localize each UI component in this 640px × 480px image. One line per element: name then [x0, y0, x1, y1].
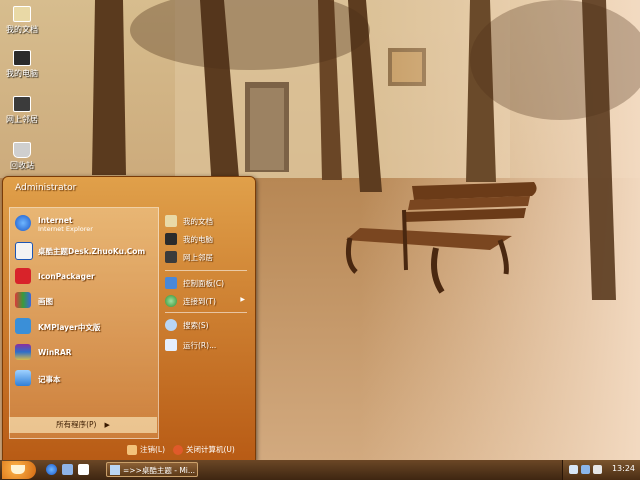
menu-item-label: 我的文档	[183, 217, 213, 226]
zhuoku-icon	[15, 242, 33, 260]
quick-launch-media-icon[interactable]	[78, 464, 89, 475]
window-icon	[110, 465, 120, 475]
tray-safe-remove-icon[interactable]	[593, 465, 602, 474]
recycle-bin-icon	[13, 142, 31, 158]
menu-item-notepad[interactable]: 记事本	[12, 368, 156, 388]
desktop-icon-recycle-bin[interactable]: 回收站	[2, 142, 42, 171]
notepad-icon	[15, 370, 31, 386]
menu-item-search[interactable]: 搜索(S)	[163, 317, 249, 333]
connect-to-icon	[165, 295, 177, 307]
control-panel-icon	[165, 277, 177, 289]
chevron-right-icon: ▶	[104, 421, 110, 429]
menu-item-label: 搜索(S)	[183, 321, 209, 330]
menu-item-title: IconPackager	[38, 272, 95, 281]
shut-down-label: 关闭计算机(U)	[186, 445, 235, 454]
desktop-icon-network[interactable]: 网上邻居	[2, 96, 42, 125]
menu-item-my-documents[interactable]: 我的文档	[163, 213, 249, 229]
system-tray: 13:24	[562, 460, 640, 480]
taskbar-window-title: =>>桌酷主题 - Mi...	[123, 466, 196, 475]
all-programs-label: 所有程序(P)	[56, 420, 97, 429]
network-places-icon	[165, 251, 177, 263]
taskbar: =>>桌酷主题 - Mi... 13:24	[0, 460, 640, 480]
log-off-icon	[127, 445, 137, 455]
menu-item-title: WinRAR	[38, 348, 72, 357]
menu-item-internet[interactable]: Internet Internet Explorer	[12, 213, 156, 233]
log-off-button[interactable]: 注销(L)	[127, 444, 165, 455]
teacup-logo-icon	[11, 465, 25, 474]
menu-item-connect-to[interactable]: 连接到(T) ▶	[163, 293, 249, 309]
desktop-icon-my-computer[interactable]: 我的电脑	[2, 50, 42, 79]
menu-item-zhuoku[interactable]: 桌酷主题Desk.ZhuoKu.Com	[12, 240, 156, 260]
clock[interactable]: 13:24	[612, 464, 635, 473]
menu-item-kmplayer[interactable]: KMPlayer中文版	[12, 316, 156, 336]
menu-item-my-computer[interactable]: 我的电脑	[163, 231, 249, 247]
paint-icon	[15, 292, 31, 308]
user-name: Administrator	[15, 183, 77, 193]
start-button[interactable]	[2, 461, 36, 479]
menu-separator	[165, 312, 247, 313]
menu-item-label: 运行(R)...	[183, 341, 217, 350]
menu-item-title: KMPlayer中文版	[38, 323, 101, 332]
my-documents-icon	[165, 215, 177, 227]
winrar-icon	[15, 344, 31, 360]
internet-explorer-icon	[15, 215, 31, 231]
pinned-programs-panel: Internet Internet Explorer 桌酷主题Desk.Zhuo…	[9, 207, 159, 439]
menu-item-control-panel[interactable]: 控制面板(C)	[163, 275, 249, 291]
menu-item-label: 连接到(T)	[183, 297, 216, 306]
run-icon	[165, 339, 177, 351]
menu-item-label: 我的电脑	[183, 235, 213, 244]
tray-volume-icon[interactable]	[581, 465, 590, 474]
menu-item-title: 记事本	[38, 375, 61, 384]
all-programs-button[interactable]: 所有程序(P) ▶	[9, 417, 157, 433]
log-off-label: 注销(L)	[140, 445, 166, 454]
menu-item-title: 桌酷主题Desk.ZhuoKu.Com	[38, 247, 146, 256]
folder-documents-icon	[13, 6, 31, 22]
start-menu-footer: 注销(L) 关闭计算机(U)	[3, 439, 255, 461]
menu-item-network-places[interactable]: 网上邻居	[163, 249, 249, 265]
search-icon	[165, 319, 177, 331]
menu-item-label: 网上邻居	[183, 253, 213, 262]
menu-item-label: 控制面板(C)	[183, 279, 225, 288]
desktop-icon-my-documents[interactable]: 我的文档	[2, 6, 42, 35]
computer-icon	[13, 50, 31, 66]
shut-down-button[interactable]: 关闭计算机(U)	[173, 444, 235, 455]
power-icon	[173, 445, 183, 455]
quick-launch-ie-icon[interactable]	[46, 464, 57, 475]
menu-item-title: Internet	[38, 216, 73, 225]
network-icon	[13, 96, 31, 112]
quick-launch-show-desktop-icon[interactable]	[62, 464, 73, 475]
submenu-arrow-icon: ▶	[240, 296, 245, 303]
menu-item-subtitle: Internet Explorer	[38, 225, 93, 233]
iconpackager-icon	[15, 268, 31, 284]
tray-network-icon[interactable]	[569, 465, 578, 474]
desktop-icon-label: 我的电脑	[6, 69, 38, 78]
system-places-panel: 我的文档 我的电脑 网上邻居 控制面板(C) 连接到(T) ▶ 搜索(S) 运行…	[161, 207, 251, 437]
start-menu: Administrator Internet Internet Explorer…	[2, 176, 256, 462]
menu-item-winrar[interactable]: WinRAR	[12, 342, 156, 362]
desktop-icon-label: 我的文档	[6, 25, 38, 34]
desktop-icon-label: 回收站	[10, 161, 34, 170]
my-computer-icon	[165, 233, 177, 245]
menu-item-paint[interactable]: 画图	[12, 290, 156, 310]
menu-item-run[interactable]: 运行(R)...	[163, 337, 249, 353]
desktop-icon-label: 网上邻居	[6, 115, 38, 124]
kmplayer-icon	[15, 318, 31, 334]
menu-item-iconpackager[interactable]: IconPackager	[12, 266, 156, 286]
menu-item-title: 画图	[38, 297, 53, 306]
taskbar-window-button[interactable]: =>>桌酷主题 - Mi...	[106, 462, 198, 477]
menu-separator	[165, 270, 247, 271]
